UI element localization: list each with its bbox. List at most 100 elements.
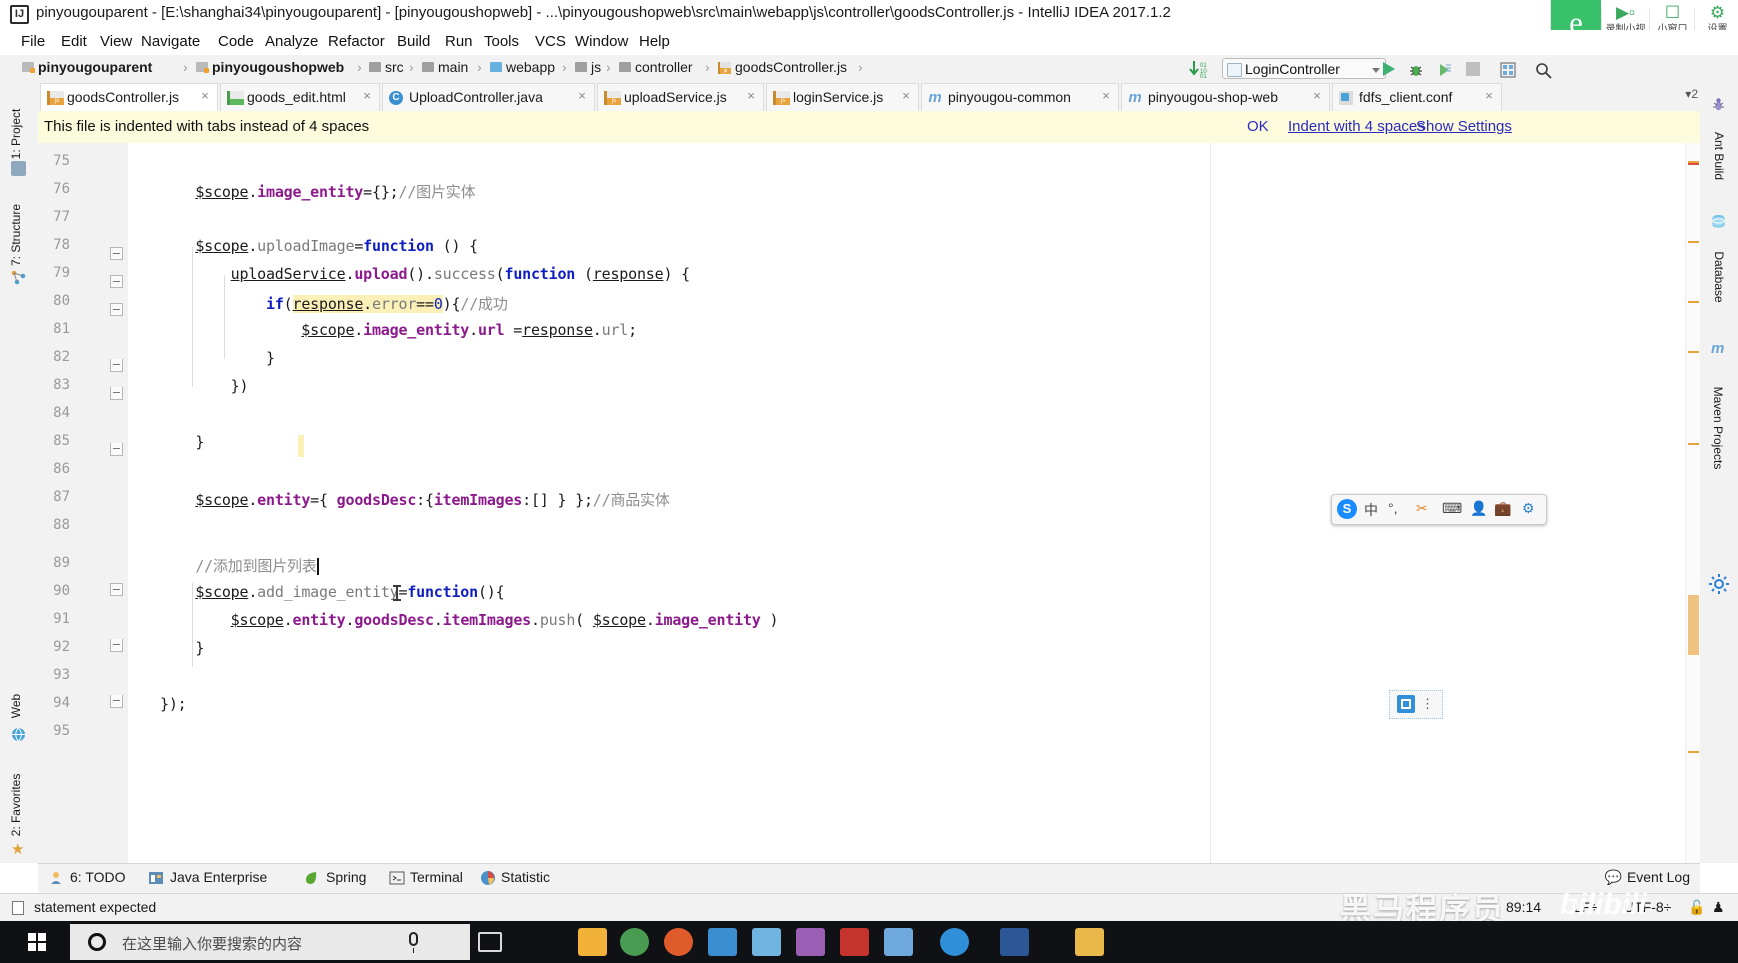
- tool-window-terminal[interactable]: Terminal: [410, 869, 463, 885]
- taskbar-app-qq[interactable]: [940, 928, 969, 956]
- punctuation-icon[interactable]: °,: [1388, 500, 1398, 516]
- fold-marker[interactable]: [110, 303, 123, 316]
- fold-marker[interactable]: [110, 639, 123, 652]
- breadcrumb-controller[interactable]: controller: [619, 59, 693, 75]
- tab-overflow-indicator[interactable]: ▾2: [1685, 87, 1698, 101]
- close-icon[interactable]: ×: [1483, 89, 1495, 102]
- chinese-mode-icon[interactable]: 中: [1364, 500, 1378, 520]
- lock-icon[interactable]: 🔓: [1688, 899, 1705, 916]
- breadcrumb-js[interactable]: js: [575, 59, 601, 75]
- taskbar-app-ide[interactable]: [708, 928, 737, 956]
- keyboard-icon[interactable]: ⌨: [1442, 500, 1462, 517]
- fold-marker[interactable]: [110, 387, 123, 400]
- taskbar-app-file-explorer[interactable]: [578, 928, 607, 956]
- tab-goods-edit-html[interactable]: goods_edit.html ×: [220, 83, 380, 111]
- microphone-icon[interactable]: [409, 932, 418, 953]
- tool-window-spring[interactable]: Spring: [326, 869, 366, 885]
- sidebar-item-favorites[interactable]: 2: Favorites ★: [0, 758, 38, 863]
- fold-marker[interactable]: [110, 359, 123, 372]
- taskbar-app-folder[interactable]: [752, 928, 781, 956]
- tool-window-java-enterprise[interactable]: Java Enterprise: [170, 869, 267, 885]
- settings-gear-icon[interactable]: [1708, 573, 1730, 595]
- ime-floating-toolbar[interactable]: S 中 °, ✂ ⌨ 👤 💼 ⚙: [1331, 494, 1547, 525]
- caret-position[interactable]: 89:14: [1506, 899, 1541, 915]
- close-icon[interactable]: ×: [199, 89, 211, 102]
- tool-window-statistic[interactable]: Statistic: [501, 869, 550, 885]
- sidebar-item-maven-projects[interactable]: m Maven Projects: [1700, 335, 1738, 485]
- line-number-gutter[interactable]: 75 76 77 78 79 80 81 82 83 84 85 86 87 8…: [38, 143, 129, 863]
- fold-marker[interactable]: [110, 443, 123, 456]
- menu-build[interactable]: Build: [392, 32, 435, 51]
- sidebar-item-ant-build[interactable]: Ant Build: [1700, 91, 1738, 191]
- run-with-coverage-button[interactable]: [1437, 62, 1451, 76]
- fold-marker[interactable]: [110, 247, 123, 260]
- taskbar-app-firefox[interactable]: [664, 928, 693, 956]
- toolbox-icon[interactable]: 💼: [1494, 500, 1511, 517]
- sidebar-item-structure[interactable]: 7: Structure: [0, 188, 38, 288]
- close-icon[interactable]: ×: [361, 89, 373, 102]
- tab-pinyougou-shop-web[interactable]: m pinyougou-shop-web ×: [1121, 83, 1330, 111]
- tab-uploadservice-js[interactable]: uploadService.js ×: [597, 83, 764, 111]
- taskbar-app-chrome[interactable]: [620, 928, 649, 956]
- notification-ok-link[interactable]: OK: [1247, 118, 1269, 135]
- debug-button[interactable]: [1408, 62, 1422, 76]
- close-icon[interactable]: ×: [1311, 89, 1323, 102]
- fold-marker[interactable]: [110, 583, 123, 596]
- taskbar-search-box[interactable]: 在这里输入你要搜索的内容: [70, 924, 470, 960]
- taskbar-app-word[interactable]: [1000, 928, 1029, 956]
- menu-refactor[interactable]: Refactor: [323, 32, 390, 51]
- more-options-icon[interactable]: ⋮: [1421, 696, 1434, 712]
- breadcrumb-pinyougoushopweb[interactable]: pinyougoushopweb: [196, 59, 344, 75]
- tab-uploadcontroller-java[interactable]: C UploadController.java ×: [382, 83, 595, 111]
- taskbar-app-idea[interactable]: [796, 928, 825, 956]
- notification-indent-link[interactable]: Indent with 4 spaces: [1288, 118, 1425, 135]
- scissors-icon[interactable]: ✂: [1416, 500, 1428, 517]
- breadcrumb-src[interactable]: src: [369, 59, 404, 75]
- breadcrumb-main[interactable]: main: [422, 59, 468, 75]
- menu-help[interactable]: Help: [634, 32, 675, 51]
- tab-goodscontroller-js[interactable]: goodsController.js ×: [40, 83, 218, 111]
- menu-navigate[interactable]: Navigate: [136, 32, 205, 51]
- menu-analyze[interactable]: Analyze: [260, 32, 323, 51]
- menu-file[interactable]: File: [16, 32, 50, 51]
- sogou-logo-icon[interactable]: S: [1337, 499, 1357, 519]
- hector-icon[interactable]: ♟: [1712, 899, 1725, 916]
- close-icon[interactable]: ×: [576, 89, 588, 102]
- fold-marker[interactable]: [110, 695, 123, 708]
- close-icon[interactable]: ×: [745, 89, 757, 102]
- menu-tools[interactable]: Tools: [479, 32, 524, 51]
- run-button[interactable]: [1383, 62, 1395, 76]
- menu-window[interactable]: Window: [570, 32, 633, 51]
- taskbar-app-notepad[interactable]: [884, 928, 913, 956]
- breadcrumb-webapp[interactable]: webapp: [490, 59, 555, 75]
- status-toggle-icon[interactable]: [12, 901, 24, 915]
- stop-button[interactable]: [1466, 62, 1480, 76]
- tab-pinyougou-common[interactable]: m pinyougou-common ×: [921, 83, 1119, 111]
- tab-loginservice-js[interactable]: loginService.js ×: [766, 83, 919, 111]
- tool-window-event-log[interactable]: 💬 Event Log: [1605, 869, 1691, 886]
- tool-window-todo[interactable]: 6: TODO: [70, 869, 126, 885]
- sidebar-item-project[interactable]: 1: Project: [0, 93, 38, 176]
- sidebar-item-web[interactable]: Web: [0, 673, 38, 753]
- notification-settings-link[interactable]: Show Settings: [1416, 118, 1512, 135]
- user-icon[interactable]: 👤: [1470, 500, 1487, 517]
- toggle-layout-button[interactable]: [1500, 62, 1516, 78]
- taskbar-app-pdf[interactable]: [840, 928, 869, 956]
- menu-view[interactable]: View: [95, 32, 137, 51]
- taskbar-app-explorer2[interactable]: [1075, 928, 1104, 956]
- menu-run[interactable]: Run: [440, 32, 478, 51]
- close-icon[interactable]: ×: [900, 89, 912, 102]
- run-configuration-selector[interactable]: LoginController: [1222, 58, 1386, 79]
- menu-edit[interactable]: Edit: [56, 32, 92, 51]
- menu-vcs[interactable]: VCS: [530, 32, 571, 51]
- tab-fdfs-client-conf[interactable]: fdfs_client.conf ×: [1332, 83, 1502, 111]
- editor-marker-rail[interactable]: [1685, 143, 1700, 863]
- update-project-icon[interactable]: 01 10 01: [1188, 59, 1210, 80]
- close-icon[interactable]: ×: [1100, 89, 1112, 102]
- screenshot-icon[interactable]: [1397, 695, 1415, 713]
- windows-start-icon[interactable]: [28, 933, 47, 952]
- breadcrumb-goodscontroller[interactable]: goodsController.js: [718, 59, 847, 75]
- breadcrumb-pinyougouparent[interactable]: pinyougouparent: [22, 59, 152, 75]
- floating-mini-widget[interactable]: ⋮: [1389, 690, 1443, 719]
- search-everywhere-button[interactable]: [1535, 62, 1552, 79]
